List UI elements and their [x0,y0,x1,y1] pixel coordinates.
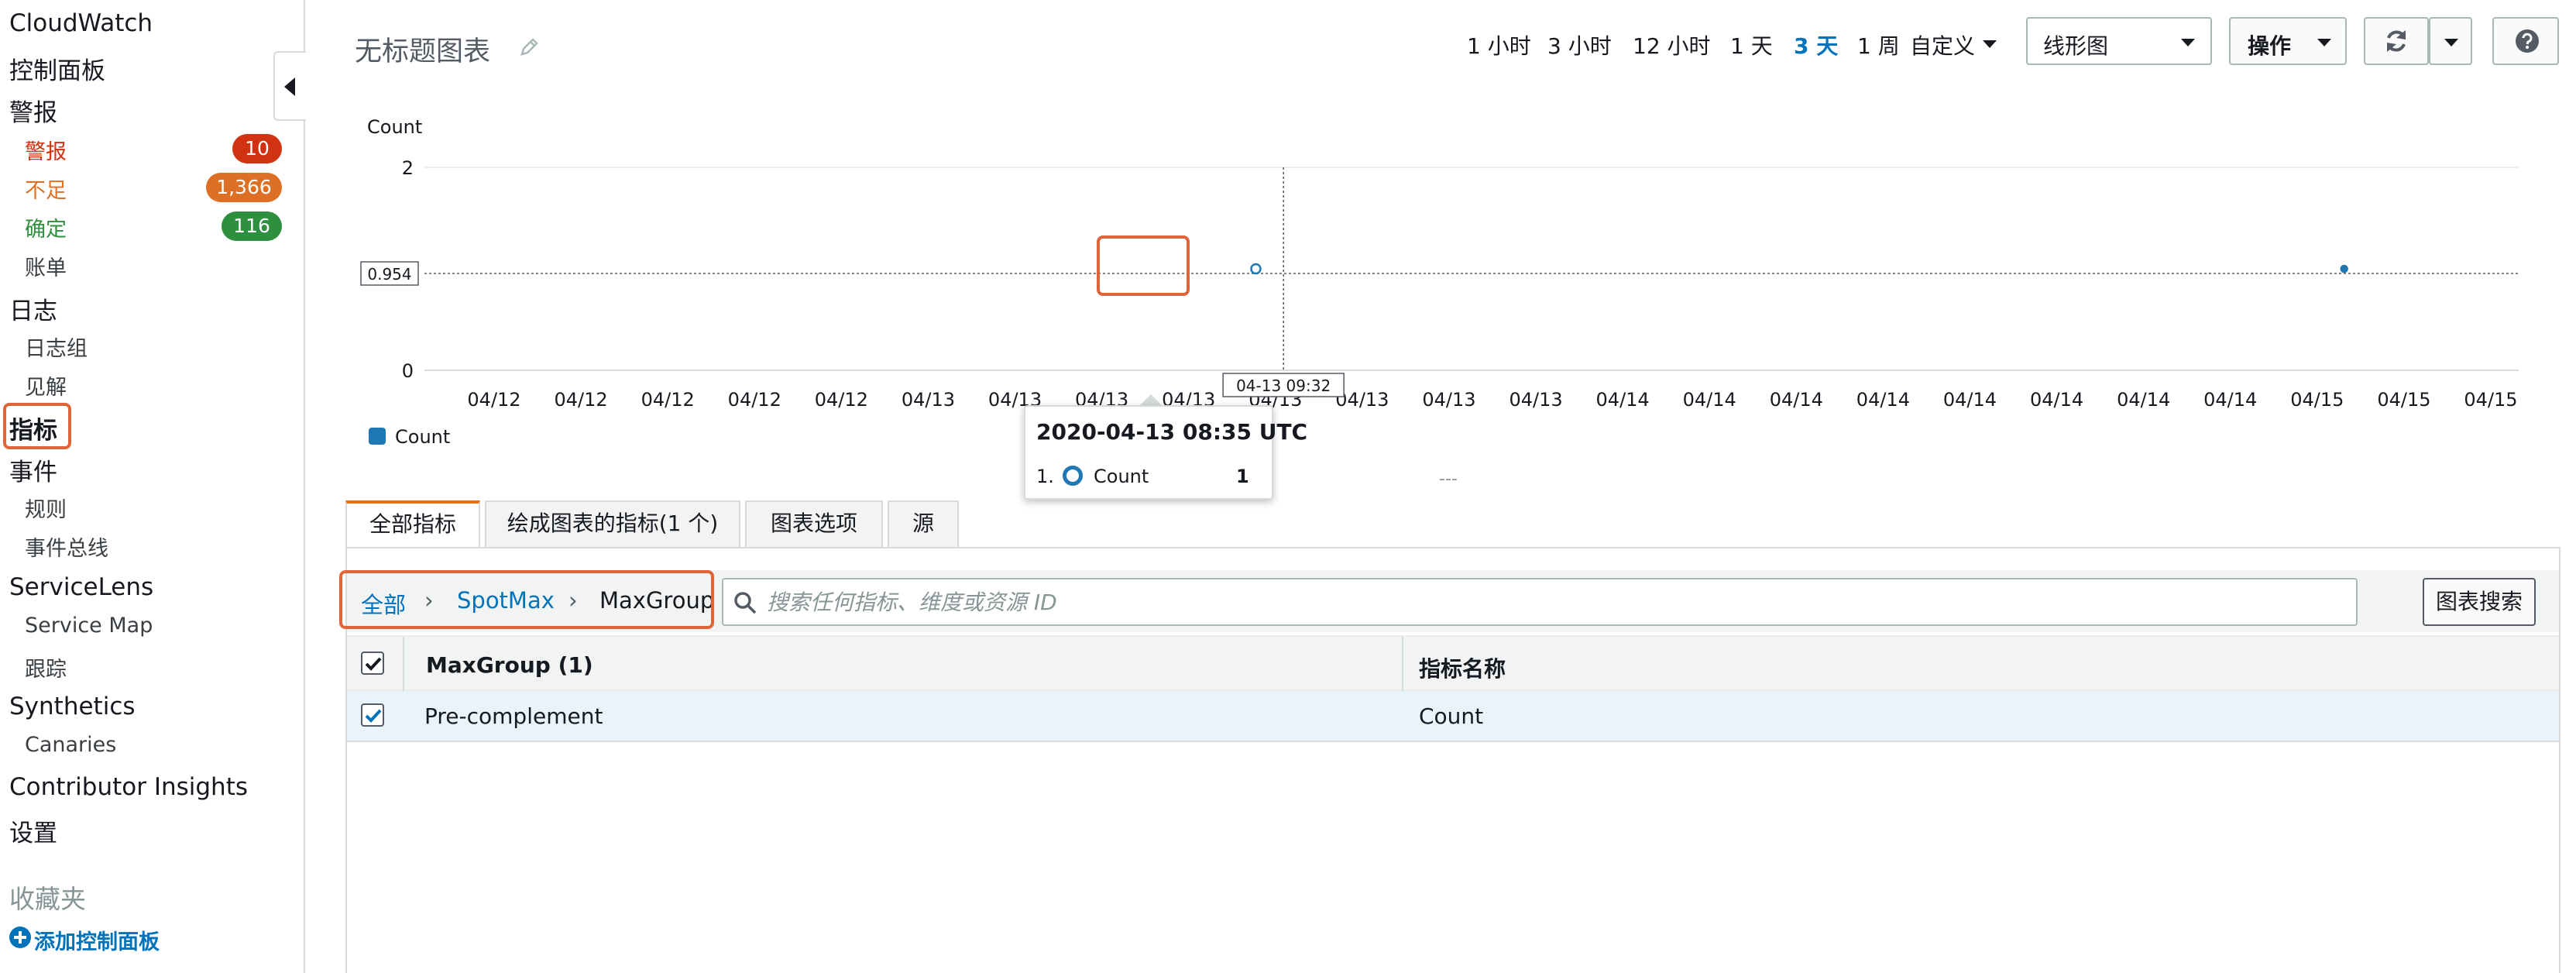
sidebar-item-event-buses[interactable]: 事件总线 [25,531,108,562]
data-point-highlight-box [1097,236,1190,296]
x-tick-label: 04/12 [555,389,608,411]
x-tick-label: 04/13 [1509,389,1562,411]
row-dimension-value: Pre-complement [424,703,603,729]
data-point[interactable] [1250,263,1262,275]
hover-time-label: 04-13 09:32 [1236,376,1331,395]
series-count-points[interactable] [1250,263,2348,275]
chart-tooltip: 2020-04-13 08:35 UTC 1. Count 1 [1024,405,1307,500]
x-tick-label: 04/15 [2377,389,2430,411]
plus-circle-icon[interactable] [9,927,31,948]
x-tick-label: 04/12 [641,389,695,411]
tab-graphed-metrics[interactable]: 绘成图表的指标(1 个) [485,500,740,547]
x-tick-label: 04/14 [2117,389,2170,411]
tab-all-metrics[interactable]: 全部指标 [345,500,480,547]
graph-search-button[interactable]: 图表搜索 [2423,578,2536,626]
sidebar-item-rules[interactable]: 规则 [25,493,67,523]
sidebar-item-contributor-insights[interactable]: Contributor Insights [9,773,248,801]
favorites-header: 收藏夹 [9,884,86,914]
x-tick-label: 04/14 [1596,389,1650,411]
row-metric-name: Count [1419,703,1484,729]
tooltip-series-value: 1 [1236,466,1249,487]
x-tick-label: 04/14 [1770,389,1823,411]
sidebar-item-synthetics[interactable]: Synthetics [9,693,136,720]
panel-resize-handle[interactable]: --- [1439,469,1458,489]
table-row[interactable]: Pre-complement Count [347,691,2559,742]
legend-label: Count [395,426,450,448]
sidebar-item-canaries[interactable]: Canaries [25,733,116,757]
tooltip-series-name: Count [1094,466,1149,487]
x-tick-label: 04/13 [1422,389,1475,411]
chart-legend[interactable]: Count [369,426,450,448]
search-icon [734,592,757,614]
x-tick-label: 04/12 [815,389,868,411]
chart-annotations: 0.954 04-13 09:32 [360,261,1345,397]
metric-search-input[interactable] [767,586,2347,618]
hover-crosshair [424,167,2519,370]
row-checkbox[interactable] [361,703,384,727]
tooltip-index: 1. [1036,466,1054,487]
x-tick-label: 04/15 [2464,389,2517,411]
chart-gridlines [424,167,2519,371]
checkmark-icon [365,657,382,671]
data-point[interactable] [2340,264,2348,273]
metric-search-box[interactable] [722,578,2358,626]
x-tick-label: 04/12 [467,389,520,411]
x-tick-label: 04/14 [2203,389,2257,411]
x-axis-ticks: 04/12 04/12 04/12 04/12 04/12 04/13 04/13 04/13… [467,389,2517,411]
add-dashboard-link[interactable]: 添加控制面板 [34,925,160,955]
hover-value-label: 0.954 [367,265,411,284]
sidebar-item-servicelens[interactable]: ServiceLens [9,573,153,601]
metrics-table-header: MaxGroup (1) 指标名称 [347,635,2559,693]
x-tick-label: 04/14 [2030,389,2083,411]
column-divider [1402,637,1403,693]
sidebar-item-traces[interactable]: 跟踪 [25,652,67,682]
x-tick-label: 04/15 [2290,389,2344,411]
sidebar-item-service-map[interactable]: Service Map [25,614,153,638]
x-tick-label: 04/13 [902,389,955,411]
breadcrumb-highlight-box [339,570,714,629]
sidebar-item-settings[interactable]: 设置 [9,813,57,848]
y-tick-label: 2 [402,157,414,179]
tooltip-arrow [1140,394,1162,405]
column-header-dimension[interactable]: MaxGroup (1) [426,652,593,678]
column-divider [403,637,404,693]
tab-graph-options[interactable]: 图表选项 [745,500,883,547]
tab-source[interactable]: 源 [888,500,959,547]
tooltip-title: 2020-04-13 08:35 UTC [1036,419,1308,445]
column-header-metric-name[interactable]: 指标名称 [1419,652,1506,683]
checkmark-icon [365,709,382,723]
select-all-checkbox[interactable] [361,652,384,675]
y-axis-label: Count [367,116,422,138]
series-marker-icon [1063,466,1083,486]
x-tick-label: 04/14 [1856,389,1910,411]
x-tick-label: 04/14 [1943,389,1997,411]
y-tick-label: 0 [402,360,414,382]
x-tick-label: 04/14 [1683,389,1736,411]
x-tick-label: 04/12 [728,389,781,411]
legend-swatch [369,428,386,445]
